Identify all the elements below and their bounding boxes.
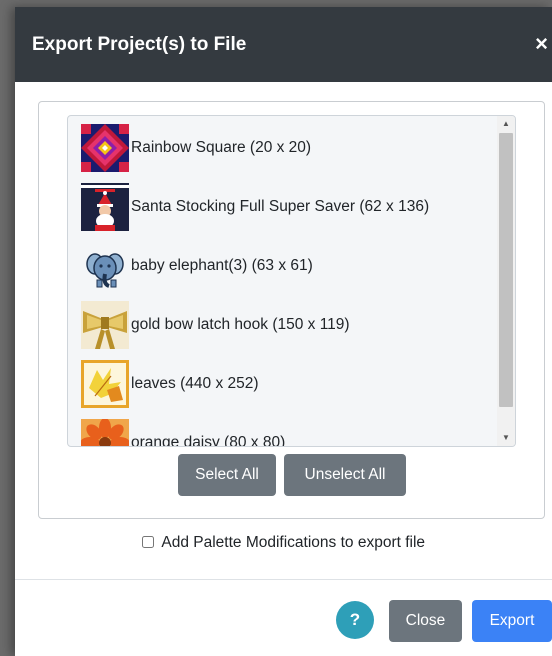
palette-modifications-checkbox[interactable] <box>141 536 154 548</box>
footer-divider <box>15 579 552 580</box>
project-list[interactable]: Rainbow Square (20 x 20) Santa Stocking … <box>67 115 516 447</box>
export-dialog: Export Project(s) to File × Rainbow Squa… <box>15 7 552 656</box>
project-item-rainbow-square[interactable]: Rainbow Square (20 x 20) <box>68 118 497 177</box>
project-label: orange daisy (80 x 80) <box>131 433 286 447</box>
scroll-up-icon[interactable]: ▲ <box>497 116 515 132</box>
project-label: Santa Stocking Full Super Saver (62 x 13… <box>131 197 430 215</box>
dialog-title: Export Project(s) to File <box>32 33 247 55</box>
project-item-gold-bow[interactable]: gold bow latch hook (150 x 119) <box>68 295 497 354</box>
gold-bow-thumbnail <box>81 300 129 349</box>
project-item-orange-daisy[interactable]: orange daisy (80 x 80) <box>68 413 497 446</box>
scroll-down-icon[interactable]: ▼ <box>497 430 515 446</box>
dialog-body: Rainbow Square (20 x 20) Santa Stocking … <box>15 82 552 577</box>
export-button[interactable]: Export <box>472 600 552 642</box>
orange-daisy-thumbnail <box>81 418 129 446</box>
close-icon[interactable]: × <box>535 32 548 57</box>
help-button[interactable]: ? <box>336 601 374 639</box>
palette-option: Add Palette Modifications to export file <box>15 534 552 552</box>
scrollbar-thumb[interactable] <box>499 133 513 407</box>
project-label: leaves (440 x 252) <box>131 374 259 392</box>
project-label: gold bow latch hook (150 x 119) <box>131 315 350 333</box>
select-all-button[interactable]: Select All <box>178 454 276 496</box>
project-list-items: Rainbow Square (20 x 20) Santa Stocking … <box>68 116 497 446</box>
rainbow-square-thumbnail <box>81 123 129 172</box>
baby-elephant-thumbnail <box>81 241 129 290</box>
project-selection-panel: Rainbow Square (20 x 20) Santa Stocking … <box>38 101 545 519</box>
dialog-header: Export Project(s) to File × <box>15 7 552 82</box>
leaves-thumbnail <box>81 359 129 408</box>
santa-stocking-thumbnail <box>81 182 129 231</box>
project-item-santa-stocking[interactable]: Santa Stocking Full Super Saver (62 x 13… <box>68 177 497 236</box>
project-item-baby-elephant[interactable]: baby elephant(3) (63 x 61) <box>68 236 497 295</box>
project-item-leaves[interactable]: leaves (440 x 252) <box>68 354 497 413</box>
palette-modifications-label[interactable]: Add Palette Modifications to export file <box>161 534 425 551</box>
close-button[interactable]: Close <box>389 600 462 642</box>
unselect-all-button[interactable]: Unselect All <box>284 454 406 496</box>
project-label: baby elephant(3) (63 x 61) <box>131 256 313 274</box>
list-scrollbar[interactable]: ▲ ▼ <box>497 116 515 446</box>
project-label: Rainbow Square (20 x 20) <box>131 138 312 156</box>
